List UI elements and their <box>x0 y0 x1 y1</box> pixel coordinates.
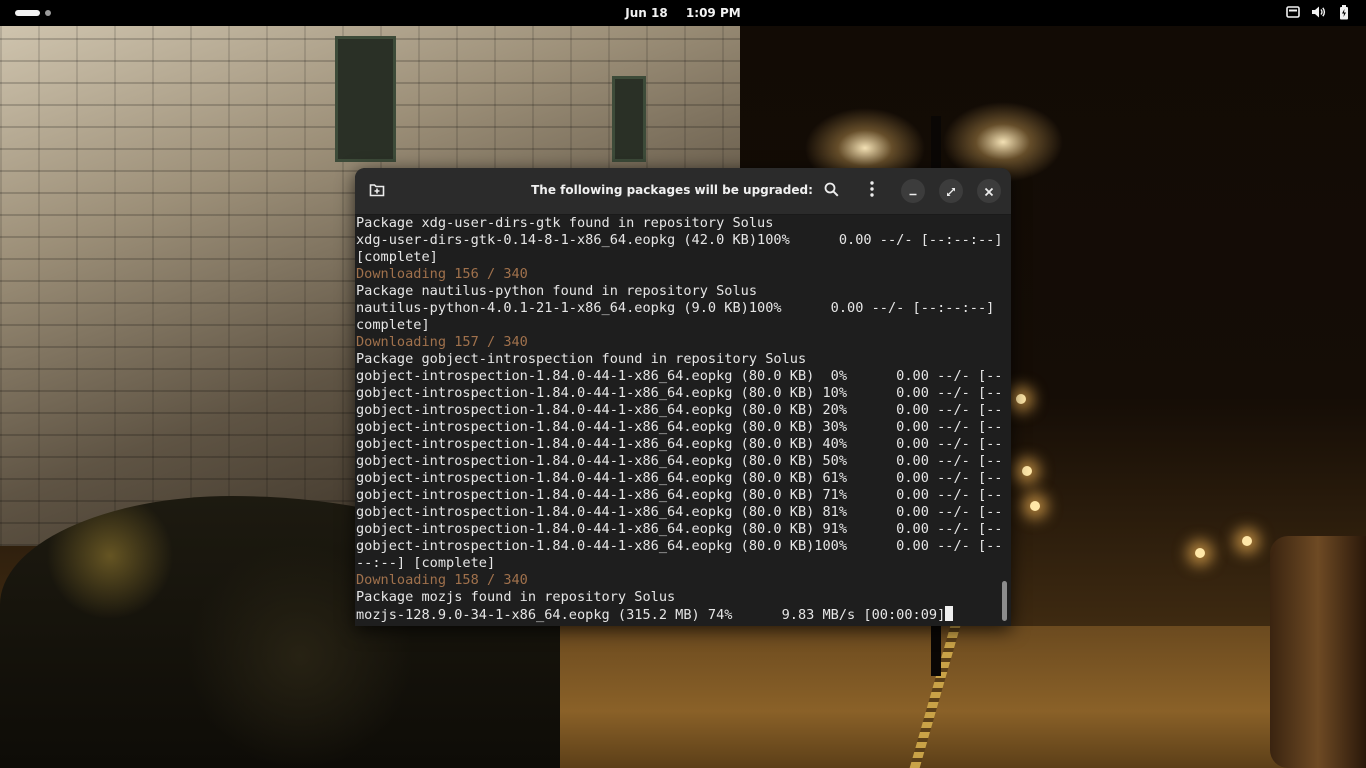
minimize-button[interactable] <box>901 179 925 203</box>
terminal-line: Package gobject-introspection found in r… <box>356 351 1000 368</box>
terminal-line-text: mozjs-128.9.0-34-1-x86_64.eopkg (315.2 M… <box>356 607 946 623</box>
terminal-line-text: Downloading 156 / 340 <box>356 266 528 282</box>
terminal-line: gobject-introspection-1.84.0-44-1-x86_64… <box>356 487 1000 504</box>
menu-icon <box>870 181 874 201</box>
battery-icon[interactable] <box>1339 5 1349 21</box>
search-icon <box>824 182 839 201</box>
terminal-progress-line: Downloading 158 / 340 <box>356 572 1000 589</box>
volume-icon[interactable] <box>1311 5 1326 21</box>
terminal-cursor <box>945 606 954 621</box>
terminal-line-text: nautilus-python-4.0.1-21-1-x86_64.eopkg … <box>356 300 1000 316</box>
terminal-line-text: [complete] <box>356 249 438 265</box>
terminal-line: complete] <box>356 317 1000 334</box>
terminal-line-text: Package xdg-user-dirs-gtk found in repos… <box>356 215 774 231</box>
terminal-line-text: gobject-introspection-1.84.0-44-1-x86_64… <box>356 385 1000 401</box>
terminal-line-text: gobject-introspection-1.84.0-44-1-x86_64… <box>356 402 1000 418</box>
terminal-line-text: gobject-introspection-1.84.0-44-1-x86_64… <box>356 487 1000 503</box>
maximize-button[interactable] <box>939 179 963 203</box>
terminal-progress-line: Downloading 157 / 340 <box>356 334 1000 351</box>
wallpaper-window <box>612 76 646 162</box>
terminal-line: gobject-introspection-1.84.0-44-1-x86_64… <box>356 521 1000 538</box>
terminal-line-text: complete] <box>356 317 430 333</box>
new-tab-button[interactable] <box>365 179 389 203</box>
terminal-line: Package nautilus-python found in reposit… <box>356 283 1000 300</box>
terminal-line-text: gobject-introspection-1.84.0-44-1-x86_64… <box>356 470 1000 486</box>
top-panel: Jun 18 1:09 PM <box>0 0 1366 26</box>
terminal-line: [complete] <box>356 249 1000 266</box>
wallpaper-barrel <box>1270 536 1366 768</box>
terminal-line: gobject-introspection-1.84.0-44-1-x86_64… <box>356 368 1000 385</box>
terminal-line: xdg-user-dirs-gtk-0.14-8-1-x86_64.eopkg … <box>356 232 1000 249</box>
terminal-line-text: Downloading 158 / 340 <box>356 572 528 588</box>
terminal-line: gobject-introspection-1.84.0-44-1-x86_64… <box>356 436 1000 453</box>
terminal-progress-line: Downloading 156 / 340 <box>356 266 1000 283</box>
terminal-line: gobject-introspection-1.84.0-44-1-x86_64… <box>356 419 1000 436</box>
terminal-line-text: gobject-introspection-1.84.0-44-1-x86_64… <box>356 504 1000 520</box>
terminal-line-text: gobject-introspection-1.84.0-44-1-x86_64… <box>356 436 1000 452</box>
terminal-line-text: gobject-introspection-1.84.0-44-1-x86_64… <box>356 453 1000 469</box>
clock-date: Jun 18 <box>625 6 668 20</box>
menu-button[interactable] <box>860 179 884 203</box>
minimize-icon <box>908 182 918 201</box>
new-tab-icon <box>369 182 385 201</box>
terminal-line-text: --:--] [complete] <box>356 555 496 571</box>
close-button[interactable] <box>977 179 1001 203</box>
terminal-line: gobject-introspection-1.84.0-44-1-x86_64… <box>356 538 1000 555</box>
close-icon <box>984 182 994 201</box>
window-title: The following packages will be upgraded: <box>531 183 813 197</box>
terminal-line-text: Package gobject-introspection found in r… <box>356 351 807 367</box>
terminal-window[interactable]: The following packages will be upgraded: <box>355 168 1011 626</box>
clock-time: 1:09 PM <box>685 6 741 20</box>
terminal-line-text: Package mozjs found in repository Solus <box>356 589 676 605</box>
wallpaper-street <box>560 626 1366 768</box>
terminal-scrollbar[interactable] <box>1002 581 1007 621</box>
clock[interactable]: Jun 18 1:09 PM <box>0 6 1366 20</box>
wallpaper-light <box>1195 548 1205 558</box>
terminal-line: gobject-introspection-1.84.0-44-1-x86_64… <box>356 504 1000 521</box>
wallpaper-light <box>1030 501 1040 511</box>
wallpaper-light <box>1242 536 1252 546</box>
terminal-output[interactable]: Package xdg-user-dirs-gtk found in repos… <box>356 215 1000 626</box>
terminal-line: Package xdg-user-dirs-gtk found in repos… <box>356 215 1000 232</box>
maximize-icon <box>946 182 956 201</box>
terminal-line: mozjs-128.9.0-34-1-x86_64.eopkg (315.2 M… <box>356 606 1000 623</box>
terminal-line-text: gobject-introspection-1.84.0-44-1-x86_64… <box>356 538 1000 554</box>
terminal-line-text: gobject-introspection-1.84.0-44-1-x86_64… <box>356 368 1000 384</box>
search-button[interactable] <box>819 179 843 203</box>
terminal-line: gobject-introspection-1.84.0-44-1-x86_64… <box>356 385 1000 402</box>
terminal-line: gobject-introspection-1.84.0-44-1-x86_64… <box>356 470 1000 487</box>
terminal-line: --:--] [complete] <box>356 555 1000 572</box>
wallpaper-light <box>1016 394 1026 404</box>
terminal-line-text: Package nautilus-python found in reposit… <box>356 283 758 299</box>
terminal-line: Package mozjs found in repository Solus <box>356 589 1000 606</box>
terminal-line-text: Downloading 157 / 340 <box>356 334 528 350</box>
terminal-line: nautilus-python-4.0.1-21-1-x86_64.eopkg … <box>356 300 1000 317</box>
terminal-line: gobject-introspection-1.84.0-44-1-x86_64… <box>356 453 1000 470</box>
terminal-line: gobject-introspection-1.84.0-44-1-x86_64… <box>356 402 1000 419</box>
screen-share-icon[interactable] <box>1286 5 1300 21</box>
terminal-line-text: gobject-introspection-1.84.0-44-1-x86_64… <box>356 521 1000 537</box>
terminal-line-text: gobject-introspection-1.84.0-44-1-x86_64… <box>356 419 1000 435</box>
wallpaper-window <box>335 36 396 162</box>
terminal-headerbar[interactable]: The following packages will be upgraded: <box>355 168 1011 215</box>
wallpaper-light <box>1022 466 1032 476</box>
terminal-line-text: xdg-user-dirs-gtk-0.14-8-1-x86_64.eopkg … <box>356 232 1000 248</box>
